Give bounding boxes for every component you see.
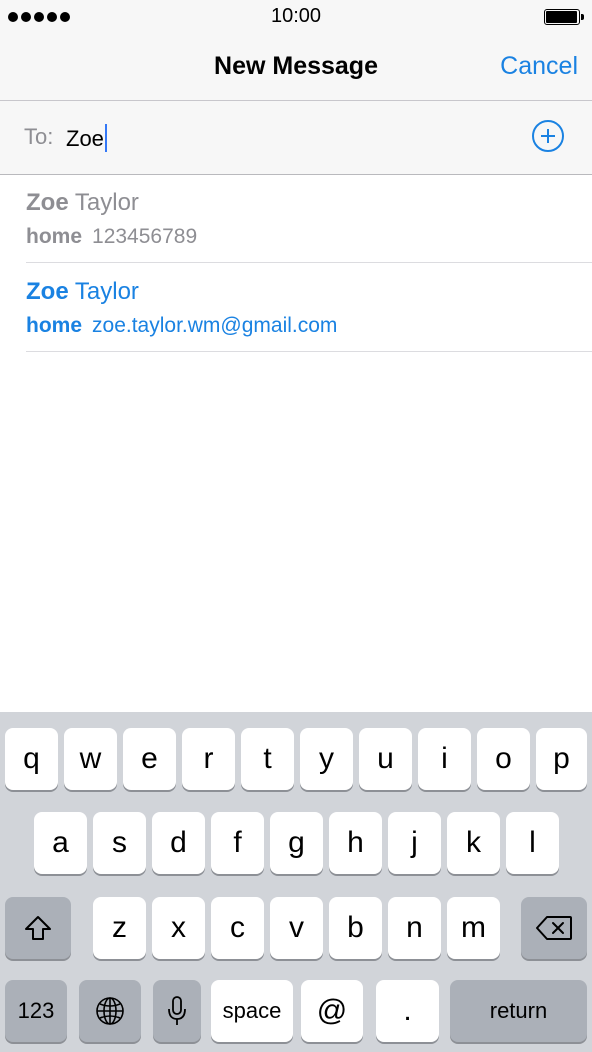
microphone-icon xyxy=(168,996,186,1025)
battery-icon xyxy=(544,9,584,25)
backspace-key[interactable] xyxy=(521,897,587,959)
key-d[interactable]: d xyxy=(152,812,205,874)
keyboard: q w e r t y u i o p a s d f g h j k l z … xyxy=(0,712,592,1052)
return-key[interactable]: return xyxy=(450,980,587,1042)
add-contact-icon[interactable] xyxy=(532,120,564,152)
key-r[interactable]: r xyxy=(182,728,235,790)
suggestion-value: 123456789 xyxy=(92,225,198,248)
to-label: To: xyxy=(24,124,54,149)
key-b[interactable]: b xyxy=(329,897,382,959)
suggestion-detail: home 123456789 xyxy=(26,225,197,249)
key-j[interactable]: j xyxy=(388,812,441,874)
backspace-icon xyxy=(536,916,572,940)
at-key[interactable]: @ xyxy=(301,980,363,1042)
dictation-key[interactable] xyxy=(153,980,201,1042)
key-h[interactable]: h xyxy=(329,812,382,874)
text-caret xyxy=(104,124,107,152)
suggestion-name: Zoe Taylor xyxy=(26,278,139,306)
key-a[interactable]: a xyxy=(34,812,87,874)
suggestion-type: home xyxy=(26,225,83,248)
key-o[interactable]: o xyxy=(477,728,530,790)
nav-bar: New Message Cancel xyxy=(0,34,592,101)
key-t[interactable]: t xyxy=(241,728,294,790)
suggestion-last-name: Taylor xyxy=(74,278,139,305)
key-c[interactable]: c xyxy=(211,897,264,959)
key-z[interactable]: z xyxy=(93,897,146,959)
to-field[interactable]: To: Zoe xyxy=(0,101,592,175)
suggestion-first-name: Zoe xyxy=(26,189,69,216)
suggestion-detail: home zoe.taylor.wm@gmail.com xyxy=(26,314,337,338)
key-w[interactable]: w xyxy=(64,728,117,790)
key-n[interactable]: n xyxy=(388,897,441,959)
numbers-key[interactable]: 123 xyxy=(5,980,67,1042)
key-g[interactable]: g xyxy=(270,812,323,874)
row-divider xyxy=(26,351,592,352)
shift-icon xyxy=(25,916,51,940)
key-e[interactable]: e xyxy=(123,728,176,790)
key-q[interactable]: q xyxy=(5,728,58,790)
space-key[interactable]: space xyxy=(211,980,293,1042)
suggestion-name: Zoe Taylor xyxy=(26,189,139,217)
suggestion-last-name: Taylor xyxy=(74,189,139,216)
shift-key[interactable] xyxy=(5,897,71,959)
suggestion-row-email[interactable]: Zoe Taylor home zoe.taylor.wm@gmail.com xyxy=(0,264,592,352)
suggestion-row-phone[interactable]: Zoe Taylor home 123456789 xyxy=(0,175,592,263)
suggestion-first-name: Zoe xyxy=(26,278,69,305)
status-time: 10:00 xyxy=(270,5,322,27)
suggestion-type: home xyxy=(26,314,83,337)
key-u[interactable]: u xyxy=(359,728,412,790)
globe-key[interactable] xyxy=(79,980,141,1042)
to-input-text: Zoe xyxy=(66,126,104,151)
key-i[interactable]: i xyxy=(418,728,471,790)
to-input[interactable]: Zoe xyxy=(66,124,107,152)
key-x[interactable]: x xyxy=(152,897,205,959)
key-k[interactable]: k xyxy=(447,812,500,874)
key-m[interactable]: m xyxy=(447,897,500,959)
key-y[interactable]: y xyxy=(300,728,353,790)
suggestion-value: zoe.taylor.wm@gmail.com xyxy=(92,314,338,337)
row-divider xyxy=(26,262,592,263)
key-s[interactable]: s xyxy=(93,812,146,874)
key-l[interactable]: l xyxy=(506,812,559,874)
key-p[interactable]: p xyxy=(536,728,587,790)
key-f[interactable]: f xyxy=(211,812,264,874)
cancel-button[interactable]: Cancel xyxy=(500,52,578,81)
period-key[interactable]: . xyxy=(376,980,439,1042)
key-v[interactable]: v xyxy=(270,897,323,959)
status-bar: 10:00 xyxy=(0,0,592,34)
globe-icon xyxy=(96,997,124,1025)
